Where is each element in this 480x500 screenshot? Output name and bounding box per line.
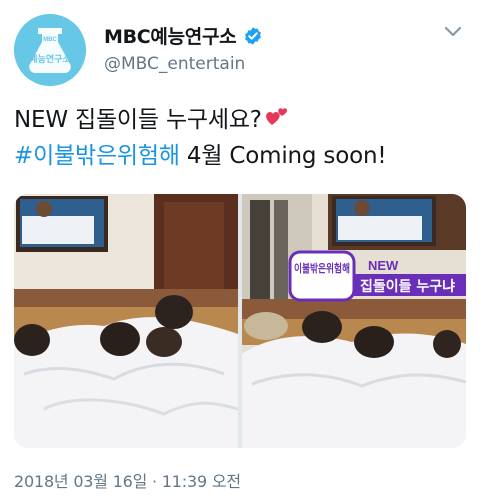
tweet-line-2: #이불밖은위험해 4월 Coming soon! — [14, 138, 466, 174]
photo-right-image: 이불밖은위험해 NEW 집돌이들 누구냐 — [242, 194, 466, 448]
show-logo-overlay: 이불밖은위험해 — [288, 250, 356, 302]
avatar-logo: MBC 예능연구소 — [14, 14, 86, 86]
photo-right[interactable]: 이불밖은위험해 NEW 집돌이들 누구냐 — [242, 194, 466, 448]
verified-badge-icon — [245, 26, 262, 45]
tweet-timestamp[interactable]: 2018년 03월 16일 · 11:39 오전 — [14, 468, 241, 492]
svg-text:예능연구소: 예능연구소 — [29, 53, 71, 65]
tweet-header: MBC 예능연구소 MBC예능연구소 @MBC_entertain — [14, 14, 466, 86]
overlay-new-text: NEW — [368, 258, 399, 273]
show-logo-text: 이불밖은위험해 — [294, 261, 350, 275]
svg-text:MBC: MBC — [43, 37, 57, 43]
media-grid: 이불밖은위험해 NEW 집돌이들 누구냐 — [14, 194, 466, 448]
two-hearts-emoji — [265, 108, 287, 125]
display-name[interactable]: MBC예능연구소 — [104, 22, 237, 49]
chevron-down-icon[interactable] — [442, 20, 464, 42]
handle[interactable]: @MBC_entertain — [104, 54, 245, 74]
tweet-line-1-text: NEW 집돌이들 누구세요? — [14, 107, 262, 133]
avatar[interactable]: MBC 예능연구소 — [14, 14, 86, 86]
overlay-title-text: 집돌이들 누구냐 — [360, 278, 455, 295]
name-row: MBC예능연구소 — [104, 22, 263, 49]
tweet-line-2-text: 4월 Coming soon! — [179, 143, 387, 169]
photo-left-image — [14, 194, 238, 448]
photo-left[interactable] — [14, 194, 238, 448]
hashtag-link[interactable]: #이불밖은위험해 — [14, 143, 180, 169]
tweet-text: NEW 집돌이들 누구세요? #이불밖은위험해 4월 Coming soon! — [14, 102, 466, 174]
tweet-line-1: NEW 집돌이들 누구세요? — [14, 102, 466, 138]
